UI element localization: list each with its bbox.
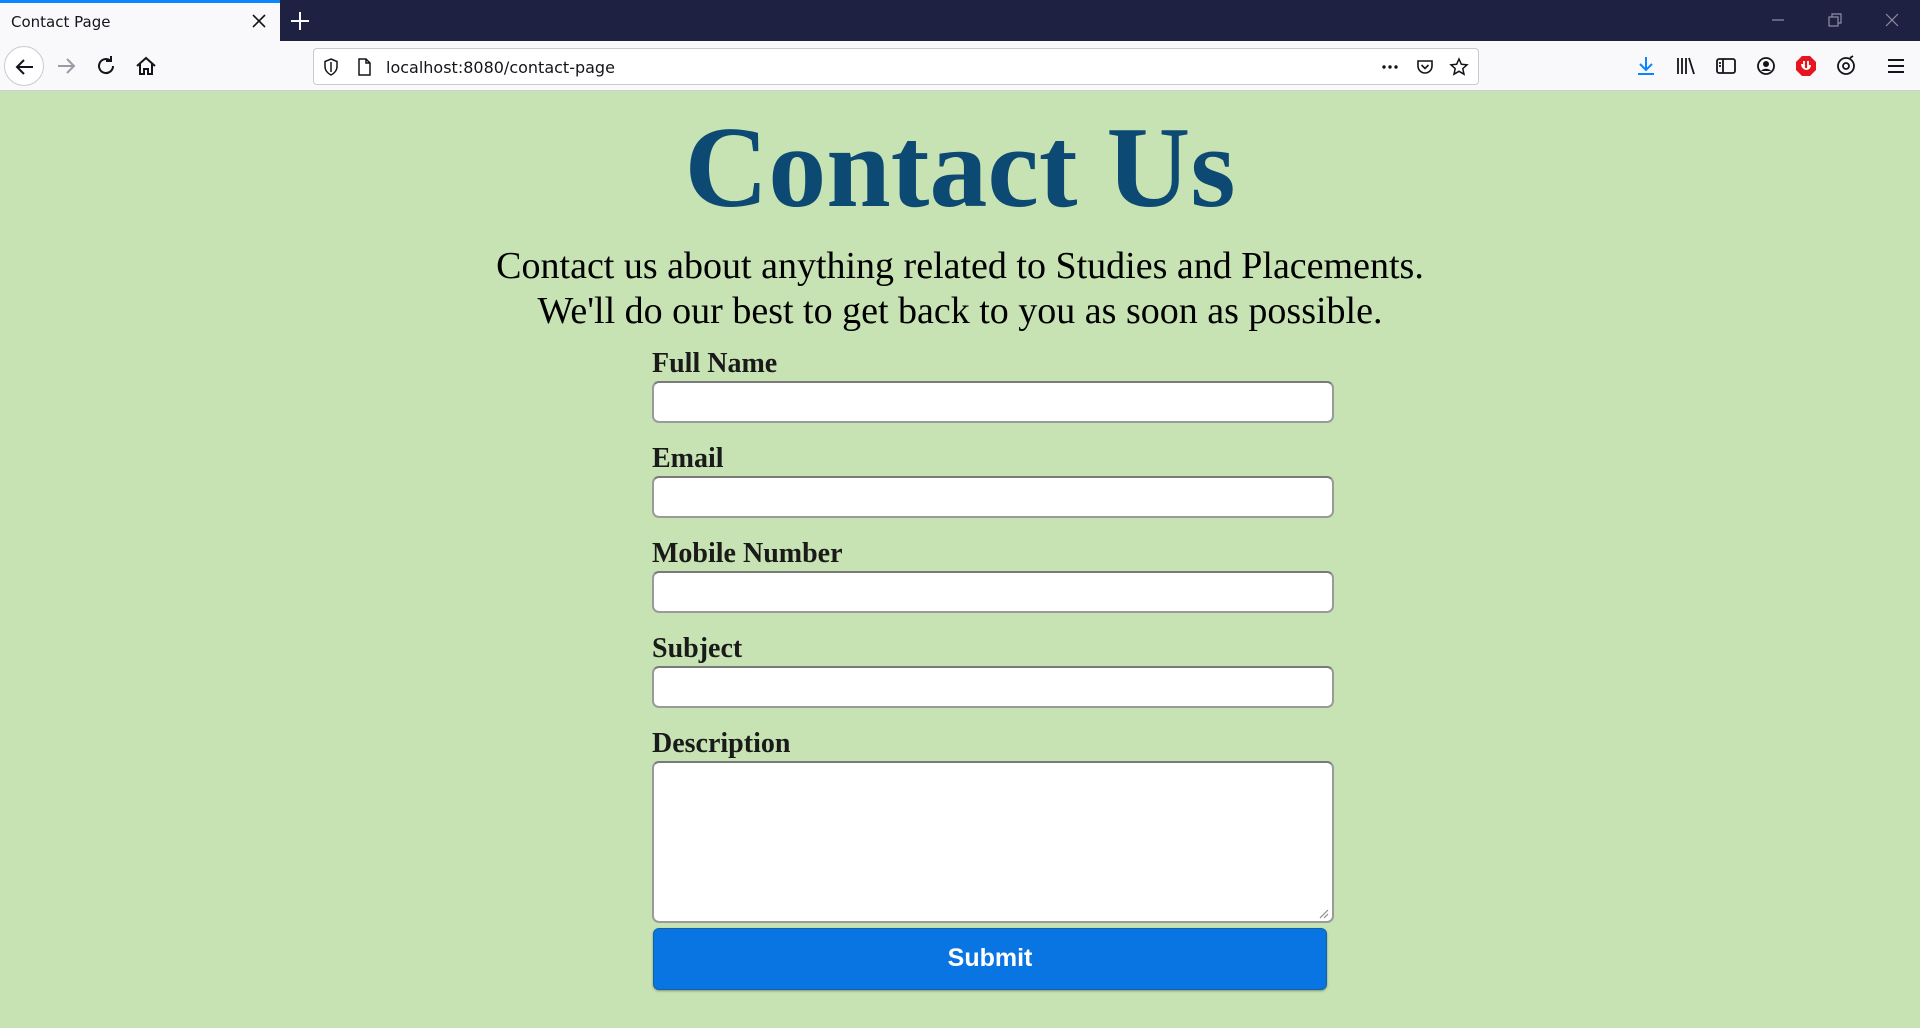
sync-icon xyxy=(1837,55,1855,75)
subject-label: Subject xyxy=(652,633,743,664)
arrow-left-icon xyxy=(15,59,33,75)
submit-button[interactable]: Submit xyxy=(653,928,1327,990)
close-icon[interactable] xyxy=(250,12,268,30)
address-bar[interactable]: localhost:8080/contact-page xyxy=(313,48,1479,85)
reload-button[interactable] xyxy=(90,50,122,82)
library-button[interactable] xyxy=(1670,50,1702,82)
full-name-label: Full Name xyxy=(652,348,778,379)
home-icon xyxy=(136,56,156,75)
library-icon xyxy=(1677,57,1695,75)
tab-contact-page[interactable]: Contact Page xyxy=(0,0,280,41)
plus-icon[interactable] xyxy=(288,9,312,33)
account-icon xyxy=(1757,57,1775,75)
reload-icon xyxy=(98,56,115,75)
star-icon[interactable] xyxy=(1449,57,1469,77)
mobile-number-input[interactable] xyxy=(652,571,1334,613)
downloads-button[interactable] xyxy=(1630,50,1662,82)
shield-icon[interactable] xyxy=(321,57,341,77)
mobile-number-label: Mobile Number xyxy=(652,538,843,569)
back-button[interactable] xyxy=(4,46,44,86)
sidebar-icon xyxy=(1716,58,1736,74)
download-icon xyxy=(1638,57,1654,75)
menu-button[interactable] xyxy=(1880,50,1912,82)
block-icon xyxy=(1796,56,1816,76)
minimize-icon[interactable] xyxy=(1768,10,1788,30)
hamburger-icon xyxy=(1888,59,1904,73)
window-close-icon[interactable] xyxy=(1882,10,1902,30)
description-textarea[interactable] xyxy=(652,761,1334,923)
description-label: Description xyxy=(652,728,791,759)
intro-line-1: Contact us about anything related to Stu… xyxy=(496,245,1424,287)
sync-button[interactable] xyxy=(1830,50,1862,82)
resize-grip-icon[interactable] xyxy=(1317,906,1329,919)
browser-titlebar: Contact Page xyxy=(0,0,1920,41)
account-button[interactable] xyxy=(1750,50,1782,82)
pocket-icon[interactable] xyxy=(1415,57,1435,77)
restore-icon[interactable] xyxy=(1825,10,1845,30)
page-icon[interactable] xyxy=(354,57,374,77)
arrow-right-icon xyxy=(58,58,76,74)
email-label: Email xyxy=(652,443,724,474)
intro-text: Contact us about anything related to Stu… xyxy=(0,244,1920,334)
more-icon[interactable] xyxy=(1380,57,1400,77)
full-name-input[interactable] xyxy=(652,381,1334,423)
url-text[interactable]: localhost:8080/contact-page xyxy=(386,58,615,77)
page-title: Contact Us xyxy=(684,104,1236,232)
blocker-button[interactable] xyxy=(1790,50,1822,82)
intro-line-2: We'll do our best to get back to you as … xyxy=(537,290,1383,332)
forward-button[interactable] xyxy=(50,50,82,82)
contact-form: Full Name Email Mobile Number Subject De… xyxy=(652,348,1334,923)
sidebar-button[interactable] xyxy=(1710,50,1742,82)
email-input[interactable] xyxy=(652,476,1334,518)
home-button[interactable] xyxy=(130,50,162,82)
subject-input[interactable] xyxy=(652,666,1334,708)
tab-title: Contact Page xyxy=(11,13,111,31)
